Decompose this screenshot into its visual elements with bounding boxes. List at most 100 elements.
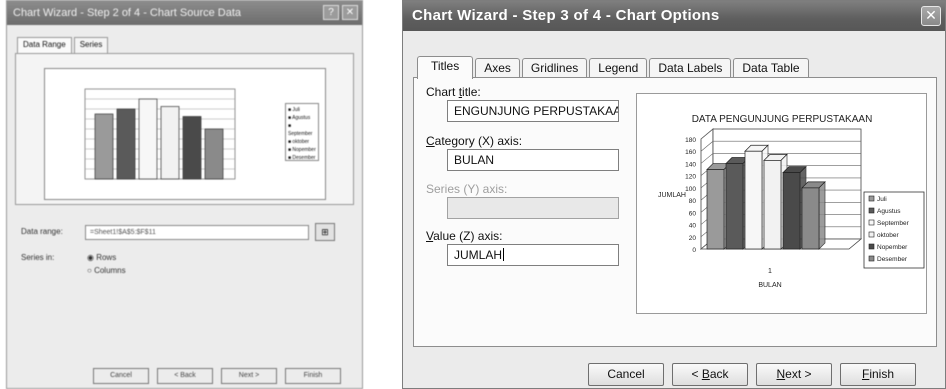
- legend-swatch: [868, 207, 875, 214]
- chart-preview: DATA PENGUNJUNG PERPUSTAKAAN 0 20 40 60 80 100…: [636, 93, 927, 314]
- value-axis-value: JUMLAH: [454, 248, 503, 262]
- chart-legend: Juli Agustus September oktober Nopember Desem…: [863, 191, 925, 269]
- series-axis-input: [447, 197, 619, 219]
- x-tick-label: 1: [768, 268, 772, 275]
- y-tick-label: 80: [689, 198, 697, 205]
- next-button[interactable]: Next >: [756, 363, 832, 386]
- legend-label: Juli: [877, 196, 887, 203]
- legend-label: Nopember: [877, 244, 908, 251]
- left-titlebar: Chart Wizard - Step 2 of 4 - Chart Sourc…: [7, 1, 362, 25]
- y-tick-label: 180: [685, 137, 696, 144]
- left-bar: [160, 106, 180, 180]
- tab-axes[interactable]: Axes: [475, 58, 520, 79]
- legend-swatch: [868, 195, 875, 202]
- close-button[interactable]: ✕: [921, 6, 941, 26]
- tab-gridlines[interactable]: Gridlines: [521, 58, 588, 79]
- y-axis-title: JUMLAH: [658, 192, 686, 199]
- tab-titles[interactable]: Titles: [417, 56, 474, 79]
- tab-data-table[interactable]: Data Table: [733, 58, 809, 79]
- tab-data-labels[interactable]: Data Labels: [649, 58, 732, 79]
- tab-legend[interactable]: Legend: [589, 58, 648, 79]
- left-bar: [138, 98, 158, 180]
- category-axis-input[interactable]: BULAN: [447, 149, 619, 171]
- y-tick-label: 20: [689, 235, 697, 242]
- category-axis-value: BULAN: [454, 153, 495, 167]
- bar-nopember: [782, 172, 801, 250]
- cancel-button[interactable]: Cancel: [588, 363, 664, 386]
- legend-swatch: [868, 243, 875, 250]
- y-tick-label: 100: [685, 186, 696, 193]
- chart-title-value: ENGUNJUNG PERPUSTAKAAN: [454, 104, 619, 118]
- legend-label: Agustus: [877, 208, 901, 215]
- chart-title-text: DATA PENGUNJUNG PERPUSTAKAAN: [692, 114, 873, 125]
- chart-title-input[interactable]: ENGUNJUNG PERPUSTAKAAN: [447, 100, 619, 122]
- left-legend-item: ■ oktober: [288, 139, 310, 145]
- y-tick-label: 60: [689, 210, 697, 217]
- close-icon: ✕: [925, 7, 937, 23]
- category-axis-label: Category (X) axis:: [426, 134, 523, 148]
- left-legend-item: ■ Juli: [288, 107, 300, 113]
- left-cancel-button[interactable]: Cancel: [93, 368, 149, 384]
- y-tick-label: 40: [689, 223, 697, 230]
- chart-wizard-dialog: Chart Wizard - Step 3 of 4 - Chart Optio…: [402, 0, 946, 389]
- left-close-button[interactable]: ✕: [342, 5, 358, 20]
- legend-swatch: [868, 219, 875, 226]
- series-axis-label: Series (Y) axis:: [426, 182, 508, 196]
- left-back-button[interactable]: < Back: [157, 368, 213, 384]
- value-axis-input[interactable]: JUMLAH: [447, 244, 619, 266]
- left-legend-item: ■ Nopember: [288, 147, 316, 153]
- left-data-range-label: Data range:: [21, 227, 63, 236]
- y-tick-label: 0: [692, 247, 696, 254]
- finish-button[interactable]: Finish: [840, 363, 916, 386]
- bar-juli: [706, 169, 725, 250]
- left-help-button[interactable]: ?: [323, 5, 339, 20]
- left-tab-data-range[interactable]: Data Range: [17, 37, 72, 53]
- bar-september: [744, 150, 763, 250]
- bar-oktober: [763, 160, 782, 250]
- left-tab-series[interactable]: Series: [73, 37, 109, 53]
- left-data-range-input[interactable]: =Sheet1!$A$5:$F$11: [85, 225, 309, 240]
- bar-side: [818, 181, 826, 250]
- left-bar: [182, 116, 202, 180]
- chart-preview-svg: DATA PENGUNJUNG PERPUSTAKAAN 0 20 40 60 80 100…: [658, 114, 925, 289]
- legend-swatch: [868, 231, 875, 238]
- titlebar: Chart Wizard - Step 3 of 4 - Chart Optio…: [403, 1, 945, 31]
- left-range-picker-icon[interactable]: ⊞: [315, 223, 335, 241]
- left-radio-columns[interactable]: ○ Columns: [87, 266, 126, 275]
- y-tick-label: 120: [685, 174, 696, 181]
- value-axis-label: Value (Z) axis:: [426, 229, 503, 243]
- legend-swatch: [868, 255, 875, 262]
- bar-desember: [801, 187, 820, 250]
- legend-label: September: [877, 220, 910, 227]
- left-radio-columns-label: Columns: [94, 266, 126, 275]
- chart-title-label: Chart title:: [426, 85, 481, 99]
- left-dialog-step2: Chart Wizard - Step 2 of 4 - Chart Sourc…: [6, 0, 363, 389]
- left-title: Chart Wizard - Step 2 of 4 - Chart Sourc…: [13, 7, 242, 19]
- legend-label: Desember: [877, 256, 908, 263]
- text-caret: [503, 248, 505, 261]
- y-tick-label: 160: [685, 149, 696, 156]
- left-chart-preview: ■ Juli ■ Agustus ■ September ■ oktober ■ Nop…: [44, 68, 326, 200]
- left-bar: [94, 113, 114, 180]
- left-radio-rows[interactable]: ◉ Rows: [87, 253, 116, 262]
- wizard-buttons: Cancel < Back Next > Finish: [588, 363, 924, 386]
- x-axis-title: BULAN: [758, 282, 781, 289]
- titles-tab-panel: Chart title: ENGUNJUNG PERPUSTAKAAN Cate…: [413, 77, 937, 347]
- left-series-in-label: Series in:: [21, 253, 55, 262]
- bar-agustus: [725, 163, 744, 250]
- tab-strip: Titles Axes Gridlines Legend Data Labels…: [417, 56, 811, 79]
- left-tab-panel: ■ Juli ■ Agustus ■ September ■ oktober ■ Nop…: [15, 53, 354, 205]
- left-bar: [204, 128, 224, 180]
- left-legend-item: ■ Desember: [288, 155, 316, 161]
- left-bar: [116, 108, 136, 180]
- legend-label: oktober: [877, 232, 900, 239]
- left-legend-item: ■ September: [288, 123, 313, 137]
- left-next-button[interactable]: Next >: [221, 368, 277, 384]
- left-legend-item: ■ Agustus: [288, 115, 311, 121]
- dialog-title: Chart Wizard - Step 3 of 4 - Chart Optio…: [412, 7, 720, 24]
- left-radio-rows-label: Rows: [96, 253, 117, 262]
- back-button[interactable]: < Back: [672, 363, 748, 386]
- left-finish-button[interactable]: Finish: [285, 368, 341, 384]
- left-chart-legend: ■ Juli ■ Agustus ■ September ■ oktober ■ Nop…: [285, 103, 319, 161]
- y-tick-label: 140: [685, 161, 696, 168]
